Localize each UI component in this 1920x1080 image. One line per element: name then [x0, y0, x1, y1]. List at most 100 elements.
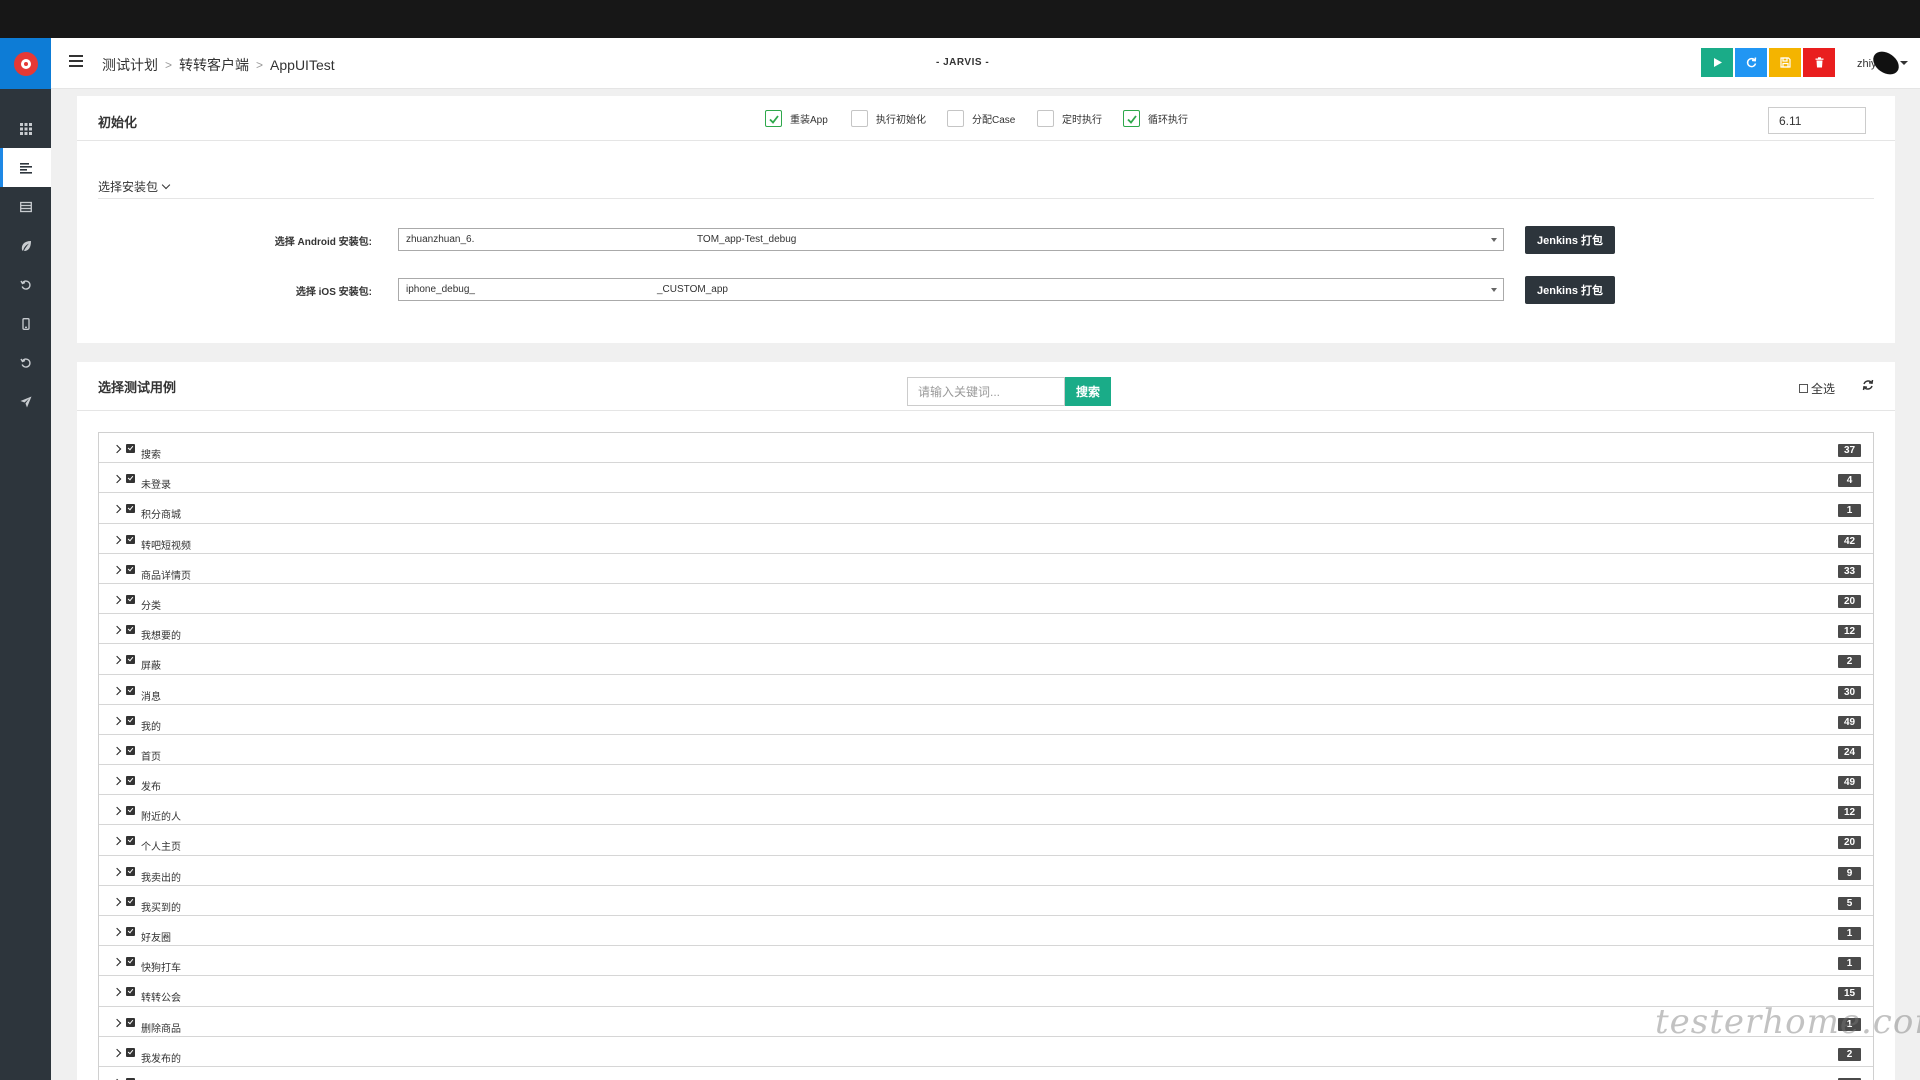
- chevron-right-icon[interactable]: [112, 535, 122, 544]
- checkbox-checked-icon[interactable]: [126, 594, 135, 604]
- checkbox-checked-icon[interactable]: [126, 927, 135, 936]
- checkbox-checked-icon[interactable]: [126, 836, 135, 846]
- case-tree-row[interactable]: 未登录 4: [99, 463, 1873, 494]
- chevron-right-icon[interactable]: [112, 565, 122, 574]
- sidebar-item-history-2[interactable]: [0, 343, 51, 382]
- sidebar-item-history[interactable]: [0, 265, 51, 304]
- reload-button[interactable]: [1735, 48, 1767, 77]
- case-tree-row[interactable]: 积分商城 1: [99, 493, 1873, 524]
- case-tree-row[interactable]: 附近的人 12: [99, 795, 1873, 826]
- checkbox-checked-icon[interactable]: [126, 866, 135, 876]
- case-tree-row[interactable]: 分类 20: [99, 583, 1873, 615]
- chevron-right-icon[interactable]: [112, 686, 122, 695]
- chevron-right-icon[interactable]: [112, 776, 122, 786]
- chevron-right-icon[interactable]: [112, 746, 122, 756]
- option-scheduled[interactable]: 定时执行: [1037, 110, 1102, 127]
- case-tree-row[interactable]: 发布 49: [99, 765, 1873, 796]
- case-tree-row[interactable]: 首页 24: [99, 734, 1873, 766]
- checkbox-checked-icon[interactable]: [765, 110, 782, 127]
- select-all-checkbox[interactable]: 全选: [1799, 380, 1835, 397]
- case-tree-row[interactable]: 转吧短视频 42: [99, 523, 1873, 554]
- case-tree-row[interactable]: 我的 49: [99, 704, 1873, 735]
- checkbox-checked-icon[interactable]: [126, 534, 135, 544]
- ios-package-select[interactable]: iphone_debug_ _CUSTOM_app: [398, 278, 1504, 301]
- sidebar-item-test-plan[interactable]: [0, 148, 51, 187]
- chevron-right-icon[interactable]: [112, 807, 122, 816]
- case-tree-row[interactable]: 删除商品 1: [99, 1006, 1873, 1037]
- chevron-right-icon[interactable]: [112, 444, 122, 454]
- checkbox-icon[interactable]: [947, 110, 964, 127]
- chevron-right-icon[interactable]: [112, 1048, 122, 1057]
- chevron-right-icon[interactable]: [112, 595, 122, 605]
- option-assign-case[interactable]: 分配Case: [947, 110, 1015, 127]
- case-tree-row[interactable]: 商品详情页 33: [99, 553, 1873, 584]
- case-tree-row[interactable]: 消息 30: [99, 674, 1873, 705]
- option-reinstall-app[interactable]: 重装App: [765, 110, 828, 127]
- checkbox-checked-icon[interactable]: [126, 987, 135, 997]
- case-tree-row[interactable]: 屏蔽 2: [99, 644, 1873, 675]
- breadcrumb-item-client[interactable]: 转转客户端: [179, 55, 249, 75]
- chevron-right-icon[interactable]: [112, 474, 122, 484]
- save-button[interactable]: [1769, 48, 1801, 77]
- case-tree-row[interactable]: 个人主页 20: [99, 825, 1873, 856]
- option-loop[interactable]: 循环执行: [1123, 110, 1188, 127]
- jenkins-build-android-button[interactable]: Jenkins 打包: [1525, 226, 1615, 254]
- checkbox-checked-icon[interactable]: [126, 896, 135, 906]
- case-tree-row[interactable]: 我卖出的 9: [99, 855, 1873, 886]
- checkbox-checked-icon[interactable]: [126, 474, 135, 484]
- chevron-right-icon[interactable]: [112, 957, 122, 967]
- checkbox-checked-icon[interactable]: [126, 745, 135, 755]
- refresh-icon[interactable]: [1862, 379, 1874, 391]
- checkbox-checked-icon[interactable]: [1123, 110, 1140, 127]
- checkbox-checked-icon[interactable]: [126, 776, 135, 786]
- checkbox-checked-icon[interactable]: [126, 957, 135, 967]
- case-tree-row[interactable]: 搜索 37: [99, 433, 1873, 464]
- chevron-right-icon[interactable]: [112, 716, 122, 725]
- search-button[interactable]: 搜索: [1065, 377, 1111, 406]
- sidebar-item-send[interactable]: [0, 382, 51, 421]
- user-menu[interactable]: zhiy: [1857, 46, 1917, 80]
- install-package-toggle[interactable]: 选择安装包: [98, 178, 171, 195]
- checkbox-checked-icon[interactable]: [126, 444, 135, 453]
- sidebar-item-table[interactable]: [0, 187, 51, 226]
- checkbox-checked-icon[interactable]: [126, 504, 135, 514]
- checkbox-checked-icon[interactable]: [126, 655, 135, 665]
- case-tree-row[interactable]: 我想要的 12: [99, 614, 1873, 645]
- case-tree-row[interactable]: 我买到的 5: [99, 885, 1873, 916]
- case-tree-row[interactable]: 好友圈 1: [99, 916, 1873, 947]
- case-tree-row[interactable]: [99, 1066, 1873, 1080]
- checkbox-checked-icon[interactable]: [126, 715, 135, 725]
- chevron-right-icon[interactable]: [112, 625, 122, 635]
- delete-button[interactable]: [1803, 48, 1835, 77]
- sidebar-item-devices[interactable]: [0, 304, 51, 343]
- chevron-right-icon[interactable]: [112, 867, 122, 876]
- app-logo[interactable]: [0, 38, 51, 89]
- chevron-right-icon[interactable]: [112, 505, 122, 514]
- hamburger-menu-icon[interactable]: [69, 55, 83, 67]
- android-package-select[interactable]: zhuanzhuan_6. TOM_app-Test_debug: [398, 228, 1504, 251]
- checkbox-checked-icon[interactable]: [126, 564, 135, 574]
- checkbox-icon[interactable]: [1037, 110, 1054, 127]
- breadcrumb-item-test-plan[interactable]: 测试计划: [102, 55, 158, 75]
- checkbox-icon[interactable]: [851, 110, 868, 127]
- case-tree-row[interactable]: 快狗打车 1: [99, 946, 1873, 977]
- run-button[interactable]: [1701, 48, 1733, 77]
- checkbox-checked-icon[interactable]: [126, 625, 135, 635]
- checkbox-checked-icon[interactable]: [126, 1047, 135, 1057]
- version-input[interactable]: [1768, 107, 1866, 134]
- case-tree-row[interactable]: 转转公会 15: [99, 976, 1873, 1007]
- sidebar-item-leaf[interactable]: [0, 226, 51, 265]
- checkbox-checked-icon[interactable]: [126, 685, 135, 695]
- chevron-right-icon[interactable]: [112, 988, 122, 997]
- checkbox-checked-icon[interactable]: [126, 1017, 135, 1027]
- chevron-right-icon[interactable]: [112, 897, 122, 907]
- jenkins-build-ios-button[interactable]: Jenkins 打包: [1525, 276, 1615, 304]
- case-tree-row[interactable]: 我发布的 2: [99, 1036, 1873, 1067]
- checkbox-checked-icon[interactable]: [126, 806, 135, 816]
- sidebar-item-dashboard[interactable]: [0, 109, 51, 148]
- chevron-right-icon[interactable]: [112, 837, 122, 846]
- chevron-right-icon[interactable]: [112, 1018, 122, 1027]
- chevron-right-icon[interactable]: [112, 927, 122, 937]
- chevron-right-icon[interactable]: [112, 656, 122, 665]
- option-run-init[interactable]: 执行初始化: [851, 110, 926, 127]
